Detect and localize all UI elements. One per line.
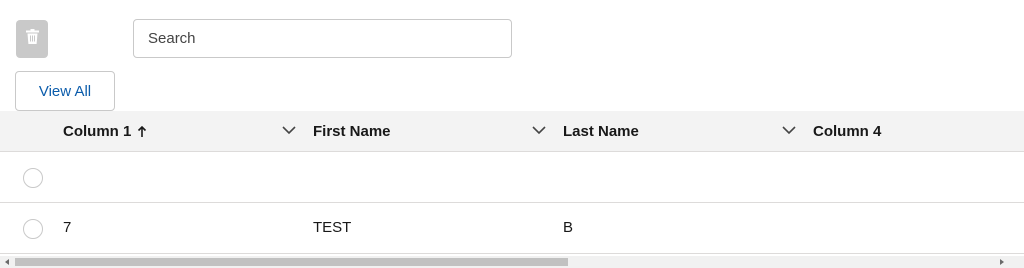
view-all-button[interactable]: View All	[15, 71, 115, 111]
chevron-down-icon[interactable]	[782, 111, 796, 151]
table-row[interactable]	[0, 152, 1024, 203]
column-header-label: Column 1	[63, 122, 132, 140]
horizontal-scrollbar[interactable]	[0, 256, 1024, 268]
row-select-radio[interactable]	[23, 219, 43, 239]
scroll-left-arrow-icon[interactable]	[5, 259, 9, 265]
chevron-down-icon[interactable]	[282, 111, 296, 151]
table-header: Column 1 First Name Last Name Column 4	[0, 111, 1024, 152]
delete-button[interactable]	[16, 20, 48, 58]
column-header-last-name[interactable]: Last Name	[563, 111, 639, 151]
column-header-label: Last Name	[563, 122, 639, 140]
scroll-right-arrow-icon[interactable]	[1000, 259, 1004, 265]
scrollbar-thumb[interactable]	[15, 258, 568, 266]
cell-first-name: TEST	[313, 219, 352, 236]
table-row[interactable]: 7 TEST B	[0, 203, 1024, 254]
column-header-1[interactable]: Column 1	[63, 111, 147, 151]
chevron-down-icon[interactable]	[532, 111, 546, 151]
search-input[interactable]	[133, 19, 512, 58]
column-header-label: Column 4	[813, 122, 882, 140]
column-header-first-name[interactable]: First Name	[313, 111, 391, 151]
column-header-label: First Name	[313, 122, 391, 140]
cell-last-name: B	[563, 219, 574, 236]
trash-icon	[25, 29, 39, 49]
row-select-radio[interactable]	[23, 168, 43, 188]
data-table-view: View All Column 1 First Name Last Name	[0, 0, 1024, 268]
column-header-4[interactable]: Column 4	[813, 111, 881, 151]
cell-column-1: 7	[63, 219, 72, 236]
sort-ascending-icon	[137, 125, 147, 137]
